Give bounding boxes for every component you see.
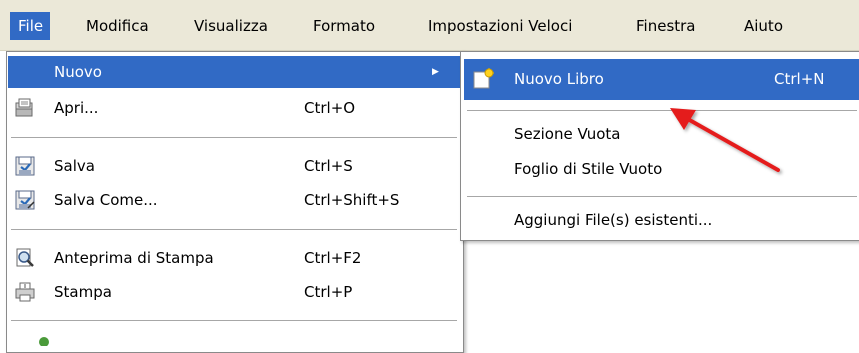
print-icon bbox=[15, 282, 35, 302]
menu-item-shortcut: Ctrl+F2 bbox=[304, 249, 362, 267]
file-menu-dropdown: Nuovo ▶ Apri... Ctrl+O Salva Ctrl+S Salv… bbox=[6, 51, 464, 353]
menu-file[interactable]: File bbox=[10, 12, 50, 40]
menu-item-salva[interactable]: Salva Ctrl+S bbox=[8, 150, 460, 182]
menu-separator bbox=[11, 229, 457, 230]
menu-finestra[interactable]: Finestra bbox=[628, 12, 704, 40]
menu-impostazioni-veloci[interactable]: Impostazioni Veloci bbox=[420, 12, 580, 40]
submenu-item-shortcut: Ctrl+N bbox=[774, 70, 825, 88]
menu-item-anteprima-di-stampa[interactable]: Anteprima di Stampa Ctrl+F2 bbox=[8, 242, 460, 274]
menu-item-label: Salva bbox=[54, 157, 95, 175]
menu-aiuto[interactable]: Aiuto bbox=[736, 12, 791, 40]
menu-item-shortcut: Ctrl+O bbox=[304, 99, 356, 117]
submenu-item-aggiungi-files[interactable]: Aggiungi File(s) esistenti... bbox=[464, 200, 859, 241]
menu-item-shortcut: Ctrl+P bbox=[304, 283, 353, 301]
menu-item-apri[interactable]: Apri... Ctrl+O bbox=[8, 92, 460, 124]
submenu-arrow-icon: ▶ bbox=[432, 67, 439, 77]
menu-item-label: Nuovo bbox=[54, 63, 102, 81]
submenu-separator bbox=[467, 196, 857, 197]
submenu-item-nuovo-libro[interactable]: Nuovo Libro Ctrl+N bbox=[464, 59, 859, 100]
menu-item-shortcut: Ctrl+Shift+S bbox=[304, 191, 400, 209]
menu-separator bbox=[11, 320, 457, 321]
menu-separator bbox=[11, 137, 457, 138]
menu-formato[interactable]: Formato bbox=[305, 12, 383, 40]
menu-item-label: Apri... bbox=[54, 99, 99, 117]
menu-item-label: Stampa bbox=[54, 283, 112, 301]
menu-visualizza[interactable]: Visualizza bbox=[186, 12, 276, 40]
menu-item-nuovo[interactable]: Nuovo ▶ bbox=[8, 56, 460, 88]
menu-item-label: Salva Come... bbox=[54, 191, 158, 209]
save-as-icon bbox=[15, 190, 35, 210]
open-icon bbox=[15, 98, 33, 117]
menu-item-label: Anteprima di Stampa bbox=[54, 249, 214, 267]
partial-menu-icon bbox=[39, 337, 49, 346]
annotation-arrow-icon bbox=[670, 108, 780, 172]
submenu-item-label: Foglio di Stile Vuoto bbox=[514, 160, 663, 178]
submenu-item-label: Nuovo Libro bbox=[514, 70, 604, 88]
menu-item-stampa[interactable]: Stampa Ctrl+P bbox=[8, 276, 460, 308]
print-preview-icon bbox=[16, 248, 34, 267]
menu-item-salva-come[interactable]: Salva Come... Ctrl+Shift+S bbox=[8, 184, 460, 216]
submenu-item-label: Aggiungi File(s) esistenti... bbox=[514, 211, 713, 229]
save-icon bbox=[15, 156, 35, 176]
menu-bar: File Modifica Visualizza Formato Imposta… bbox=[0, 0, 859, 51]
new-book-icon bbox=[473, 68, 494, 89]
menu-modifica[interactable]: Modifica bbox=[78, 12, 157, 40]
menu-item-shortcut: Ctrl+S bbox=[304, 157, 353, 175]
